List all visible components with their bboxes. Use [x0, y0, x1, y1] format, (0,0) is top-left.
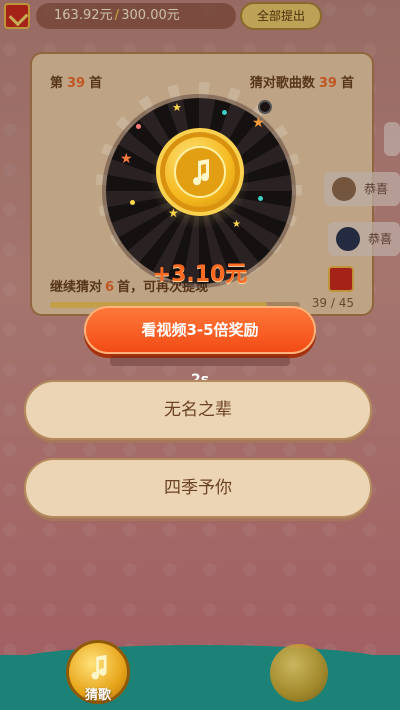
music-coin — [156, 128, 244, 216]
coin-inner — [174, 146, 226, 198]
reward-amount: +3.10元 — [152, 262, 248, 287]
bottom-nav — [0, 645, 400, 710]
answer-option[interactable]: 四季予你 — [24, 458, 372, 518]
watch-video-button[interactable]: 看视频3-5倍奖励 — [84, 306, 316, 354]
music-note-icon — [193, 159, 210, 186]
answer-option[interactable]: 无名之辈 — [24, 380, 372, 440]
star-icon: ★ — [252, 115, 265, 131]
confetti-dot — [222, 110, 227, 115]
spinner-needle — [258, 100, 272, 114]
nav-coin-button[interactable] — [270, 644, 328, 702]
nav-guess-label: 猜歌 — [84, 688, 111, 703]
star-icon: ★ — [232, 219, 241, 230]
star-icon: ★ — [172, 101, 182, 114]
star-icon: ★ — [168, 206, 179, 220]
obscured-text — [110, 356, 290, 366]
star-icon: ★ — [120, 151, 133, 167]
confetti-dot — [130, 200, 135, 205]
music-note-icon — [91, 654, 107, 680]
confetti-dot — [136, 124, 141, 129]
confetti-dot — [258, 196, 263, 201]
